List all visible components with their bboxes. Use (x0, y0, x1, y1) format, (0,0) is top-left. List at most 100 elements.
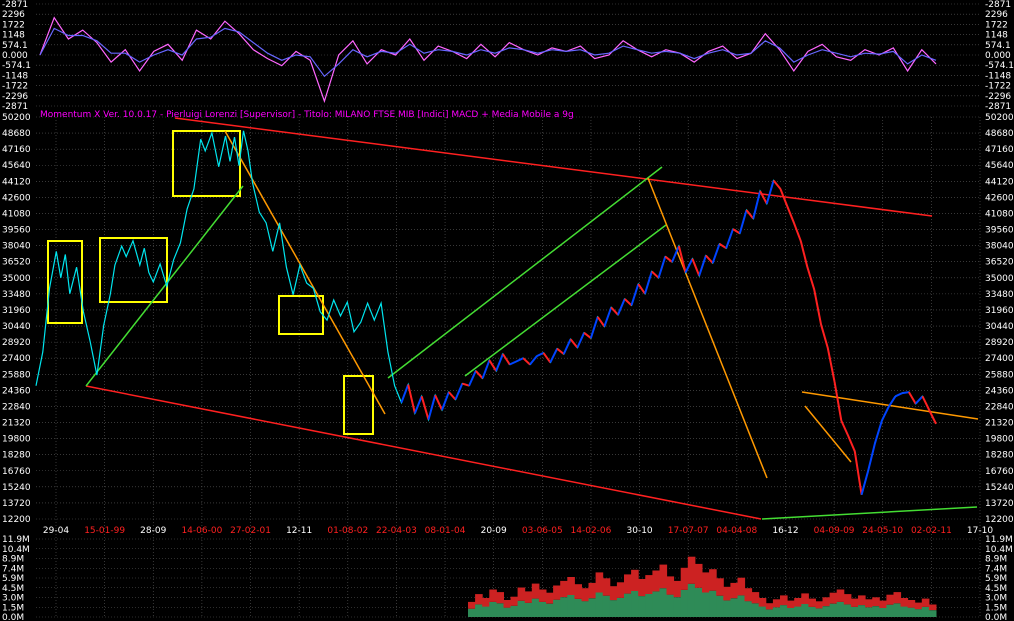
volume-bar (850, 606, 859, 617)
volume-bar (524, 602, 533, 617)
date-label: 16-12 (772, 526, 798, 536)
volume-bar-top (772, 599, 781, 608)
volume-bar-top (843, 594, 852, 605)
volume-bar (538, 601, 547, 617)
volume-bar-top (801, 593, 809, 604)
volume-bar (673, 597, 682, 617)
price-tick-label: 12200 (2, 515, 31, 525)
price-tick-label: 24360 (2, 386, 31, 396)
macd-tick-label: 1148 (2, 31, 25, 41)
price-tick-label: 39560 (2, 226, 31, 236)
macd-tick-label: -2871 (2, 102, 28, 112)
volume-bar-top (560, 580, 568, 598)
date-label: 22-04-03 (376, 526, 417, 536)
price-tick-label: 47160 (985, 145, 1014, 155)
volume-bar-top (468, 601, 476, 609)
volume-bar (652, 591, 660, 617)
price-tick-label: 35000 (985, 274, 1014, 284)
price-tick-label: 18280 (2, 451, 31, 461)
volume-bar-top (567, 577, 575, 595)
macd-tick-label: -2871 (985, 0, 1011, 10)
volume-bar-top (858, 595, 866, 606)
volume-bar (808, 606, 816, 617)
volume-bar-top (652, 570, 660, 592)
volume-tick-label: 5.9M (2, 574, 24, 584)
macd-tick-label: 0.000 (2, 51, 28, 61)
volume-bar-top (865, 599, 873, 608)
price-tick-label: 21320 (2, 419, 31, 429)
price-tick-label: 45640 (985, 161, 1014, 171)
date-label: 27-02-01 (230, 526, 271, 536)
volume-bar (829, 603, 838, 617)
price-tick-label: 38040 (2, 242, 31, 252)
volume-bar (872, 606, 880, 617)
volume-bar-top (588, 582, 597, 599)
volume-bar-top (489, 589, 497, 602)
volume-bar (900, 606, 909, 617)
macd-tick-label: -2296 (985, 92, 1011, 102)
price-tick-label: 27400 (2, 354, 31, 364)
volume-tick-label: 5.9M (985, 574, 1007, 584)
volume-bar-top (744, 588, 753, 602)
volume-bar-top (737, 577, 746, 596)
volume-bar-top (538, 589, 547, 602)
price-tick-label: 33480 (985, 290, 1014, 300)
volume-bar-top (496, 592, 504, 604)
volume-bar-top (702, 572, 710, 593)
volume-bar-top (574, 584, 582, 599)
price-tick-label: 42600 (985, 193, 1014, 203)
volume-bar-top (914, 602, 923, 610)
volume-tick-label: 8.9M (985, 555, 1007, 565)
date-label: 28-09 (140, 526, 166, 536)
volume-bar-top (609, 586, 618, 601)
price-tick-label: 41080 (2, 209, 31, 219)
volume-bar (588, 598, 597, 617)
macd-tick-label: -1722 (985, 82, 1011, 92)
date-label: 04-09-09 (814, 526, 855, 536)
volume-bar-top (694, 563, 703, 588)
price-tick-label: 36520 (985, 258, 1014, 268)
volume-tick-label: 4.5M (2, 584, 24, 594)
price-tick-label: 47160 (2, 145, 31, 155)
volume-tick-label: 1.5M (985, 603, 1007, 613)
volume-bar (496, 603, 504, 617)
volume-bar-top (808, 598, 816, 607)
volume-bar-top (531, 583, 540, 599)
volume-tick-label: 11.9M (985, 535, 1013, 545)
price-tick-label: 50200 (2, 113, 31, 123)
volume-bar (666, 594, 675, 617)
volume-bar-top (581, 588, 590, 602)
volume-bar-top (517, 587, 526, 601)
volume-bar-top (616, 582, 625, 598)
volume-tick-label: 10.4M (2, 545, 30, 555)
volume-bar (468, 608, 476, 617)
price-tick-label: 16760 (985, 467, 1014, 477)
price-tick-label: 22840 (985, 402, 1014, 412)
uptrend-segment (902, 391, 910, 395)
volume-bar-top (879, 600, 887, 608)
volume-bar-top (602, 578, 611, 596)
volume-bar (553, 599, 561, 617)
volume-bar-top (524, 591, 533, 603)
price-tick-label: 41080 (985, 209, 1014, 219)
volume-bar (865, 607, 873, 617)
price-tick-label: 22840 (2, 402, 31, 412)
volume-bar (645, 593, 653, 617)
volume-bar (737, 595, 746, 617)
price-tick-label: 44120 (2, 177, 31, 187)
volume-bar-top (829, 592, 838, 604)
date-label: 04-04-08 (716, 526, 757, 536)
price-tick-label: 19800 (985, 435, 1014, 445)
volume-bar (638, 596, 646, 617)
volume-bar-top (475, 594, 483, 605)
volume-bar (694, 587, 703, 617)
price-tick-label: 18280 (985, 451, 1014, 461)
volume-bar-top (765, 603, 774, 610)
price-tick-label: 27400 (985, 354, 1014, 364)
volume-bar (921, 606, 930, 617)
price-tick-label: 21320 (985, 419, 1014, 429)
price-tick-label: 45640 (2, 161, 31, 171)
volume-bar-top (893, 592, 902, 604)
date-label: 08-01-04 (425, 526, 466, 536)
volume-bar (730, 598, 738, 617)
